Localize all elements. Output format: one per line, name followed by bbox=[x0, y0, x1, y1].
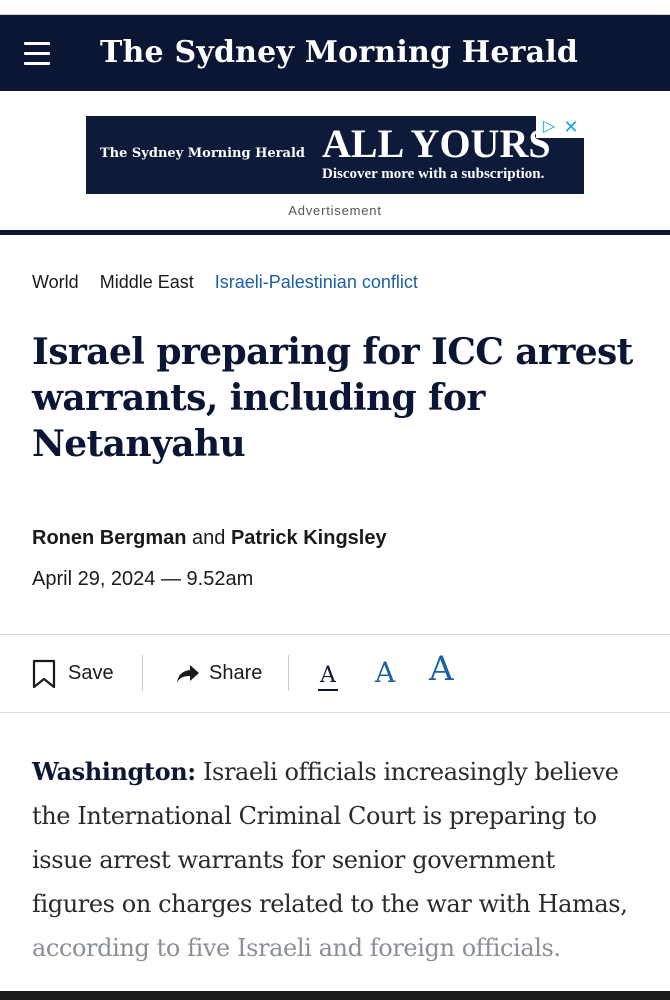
advertisement-area: The Sydney Morning Herald ALL YOURS Disc… bbox=[0, 91, 670, 230]
ad-choices: ▷ ✕ bbox=[536, 116, 584, 138]
publish-date: April 29, 2024 — 9.52am bbox=[32, 568, 254, 590]
ad-headline: ALL YOURS bbox=[322, 121, 551, 166]
breadcrumb-world[interactable]: World bbox=[32, 270, 79, 294]
breadcrumb-middle-east[interactable]: Middle East bbox=[100, 270, 194, 294]
breadcrumb: World Middle East Israeli-Palestinian co… bbox=[32, 270, 434, 294]
font-size-large-button[interactable]: A bbox=[429, 652, 454, 686]
toolbar-divider bbox=[142, 655, 143, 691]
site-header: The Sydney Morning Herald bbox=[0, 15, 670, 91]
article-dateline: Washington: bbox=[32, 757, 196, 786]
ad-subline: Discover more with a subscription. bbox=[322, 166, 545, 182]
author-joiner: and bbox=[192, 527, 226, 549]
article-headline: Israel preparing for ICC arrest warrants… bbox=[32, 331, 633, 465]
hamburger-menu-icon[interactable] bbox=[24, 41, 50, 65]
author-link[interactable]: Ronen Bergman bbox=[32, 527, 186, 549]
advertisement-label: Advertisement bbox=[288, 203, 382, 218]
bookmark-icon bbox=[32, 659, 56, 689]
author-link[interactable]: Patrick Kingsley bbox=[231, 527, 387, 549]
article-body: Washington: Israeli officials increasing… bbox=[32, 750, 642, 970]
status-strip bbox=[0, 0, 670, 15]
font-size-small-button[interactable]: A bbox=[318, 665, 338, 691]
save-label: Save bbox=[68, 662, 114, 684]
breadcrumb-israeli-palestinian-conflict[interactable]: Israeli-Palestinian conflict bbox=[215, 270, 418, 294]
byline: Ronen Bergman and Patrick Kingsley bbox=[32, 524, 387, 552]
section-divider bbox=[0, 230, 670, 235]
share-arrow-icon bbox=[177, 665, 199, 683]
ad-choices-icon[interactable]: ▷ bbox=[540, 118, 558, 136]
masthead-logo[interactable]: The Sydney Morning Herald bbox=[100, 31, 578, 75]
share-label: Share bbox=[209, 662, 263, 684]
close-icon[interactable]: ✕ bbox=[562, 118, 580, 136]
ad-banner[interactable]: The Sydney Morning Herald ALL YOURS Disc… bbox=[86, 116, 584, 194]
article-toolbar: Save Share A A A bbox=[0, 634, 670, 713]
toolbar-divider bbox=[288, 655, 289, 691]
bottom-bar bbox=[0, 991, 670, 1000]
font-size-medium-button[interactable]: A bbox=[375, 659, 395, 687]
ad-logo: The Sydney Morning Herald bbox=[100, 146, 305, 161]
article-body-faded-text: according to five Israeli and foreign of… bbox=[32, 934, 561, 962]
